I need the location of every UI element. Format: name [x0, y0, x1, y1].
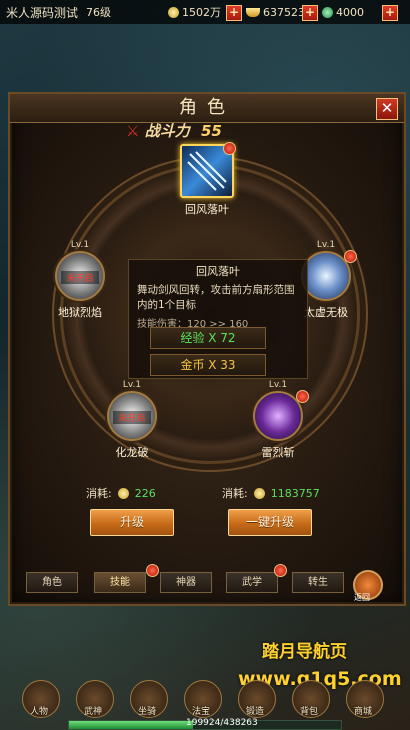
skill-left-top[interactable]: Lv.1 未开启 地狱烈焰 [40, 240, 120, 320]
return-label: 返回 [354, 593, 370, 602]
player-name: 米人源码测试 [6, 5, 79, 20]
combat-power: ⚔ 战斗力 55 [126, 120, 222, 141]
combat-power-value: 55 [200, 122, 222, 140]
exp-cost: 经验 X 72 [150, 327, 266, 349]
skill-level: Lv.1 [70, 240, 90, 250]
ingots-resource: 637523 [246, 6, 305, 19]
character-panel: 角色 ✕ ⚔ 战斗力 55 回风落叶 Lv.1 未开启 地狱烈焰 Lv.1 太虚… [8, 92, 406, 606]
jade-resource: 4000 [322, 6, 364, 19]
notification-dot [274, 564, 287, 577]
sword-icon: ⚔ [126, 122, 140, 140]
nav-character-label: 人物 [30, 707, 49, 717]
panel-header: 角色 [10, 94, 404, 123]
tab-artifact[interactable]: 神器 [160, 572, 212, 593]
panel-tabs: 角色 技能 神器 武学 转生 [18, 564, 368, 596]
player-level: 76级 [86, 6, 112, 19]
skill-left-bottom[interactable]: Lv.1 未开启 化龙破 [92, 380, 172, 460]
consume-label: 消耗: [222, 487, 248, 500]
tab-skills[interactable]: 技能 [94, 572, 146, 593]
flame-skill-icon: 未开启 [55, 251, 105, 301]
upgrade-button[interactable]: 升级 [90, 509, 174, 536]
exp-bar-text: 199924/438263 [186, 718, 258, 728]
exp-bar-fill [69, 721, 194, 729]
tab-character[interactable]: 角色 [26, 572, 78, 593]
nav-shop-label: 商城 [354, 707, 373, 717]
consume-all-value: 1183757 [270, 486, 320, 500]
panel-title: 角色 [179, 97, 235, 118]
coin-icon [117, 487, 129, 499]
tooltip-skill-name: 回风落叶 [196, 265, 240, 278]
skill-level: Lv.1 [268, 380, 288, 390]
dragon-skill-icon: 未开启 [107, 391, 157, 441]
combat-power-label: 战斗力 [144, 122, 190, 140]
tab-martial[interactable]: 武学 [226, 572, 278, 593]
notification-dot [296, 390, 309, 403]
nav-treasure-label: 法宝 [192, 707, 211, 717]
locked-label: 未开启 [61, 271, 99, 284]
consume-all: 消耗: 1183757 [222, 485, 320, 501]
nav-bag-label: 背包 [300, 707, 319, 717]
notification-dot [223, 142, 236, 155]
exp-cost-text: 经验 X 72 [180, 331, 236, 345]
gold-cost-text: 金币 X 33 [180, 358, 236, 372]
jade-value: 4000 [336, 5, 364, 19]
locked-label: 未开启 [113, 411, 151, 424]
ingots-value: 637523 [263, 5, 305, 19]
ingot-icon [246, 7, 260, 17]
skill-center[interactable]: 回风落叶 [167, 142, 247, 217]
nav-forge-label: 锻造 [246, 707, 265, 717]
bottom-nav: 人物 武神 坐骑 法宝 锻造 背包 商城 [0, 680, 410, 718]
upgrade-all-button[interactable]: 一键升级 [228, 509, 312, 536]
coins-resource: 1502万 [168, 4, 221, 20]
coins-value: 1502万 [182, 6, 221, 19]
consume-single: 消耗: 226 [86, 485, 156, 501]
jade-icon [322, 6, 333, 18]
nav-warrior-label: 武神 [84, 707, 103, 717]
consume-label: 消耗: [86, 487, 112, 500]
tab-rebirth[interactable]: 转生 [292, 572, 344, 593]
skill-level: Lv.1 [316, 240, 336, 250]
skill-level: Lv.1 [122, 380, 142, 390]
gold-cost: 金币 X 33 [150, 354, 266, 376]
status-bar: 米人源码测试 76级 1502万 + 637523 + 4000 + [0, 0, 410, 24]
notification-dot [344, 250, 357, 263]
add-ingots-button[interactable]: + [302, 5, 318, 21]
skill-name: 雷烈斩 [261, 446, 295, 459]
coin-icon [253, 487, 265, 499]
notification-dot [146, 564, 159, 577]
close-button[interactable]: ✕ [376, 98, 398, 120]
watermark-title: 踏月导航页 [262, 642, 347, 662]
skill-right-bottom[interactable]: Lv.1 雷烈斩 [238, 380, 318, 460]
coin-icon [168, 6, 179, 18]
skill-name: 化龙破 [115, 446, 149, 459]
tooltip-description: 舞动剑风回转，攻击前方扇形范围内的1个目标 [137, 284, 295, 311]
add-coins-button[interactable]: + [226, 5, 242, 21]
add-jade-button[interactable]: + [382, 5, 398, 21]
consume-single-value: 226 [134, 486, 156, 500]
skill-name: 地狱烈焰 [58, 306, 102, 319]
nav-mount-label: 坐骑 [138, 707, 157, 717]
skill-center-name: 回风落叶 [185, 203, 229, 216]
